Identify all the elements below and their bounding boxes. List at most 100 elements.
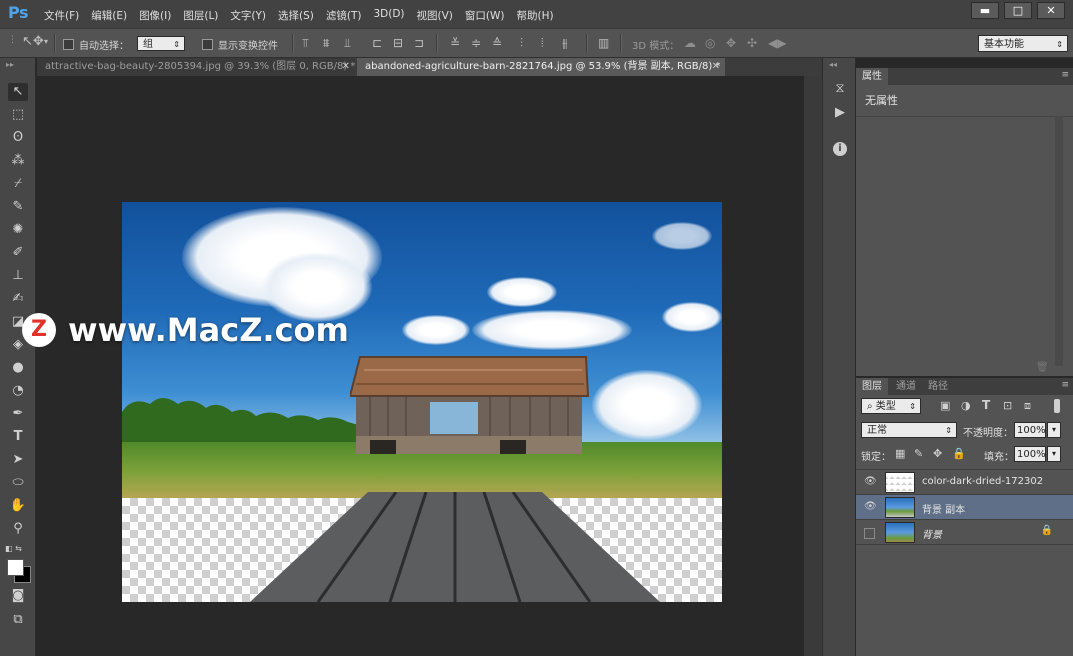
type-tool-icon[interactable]: T: [8, 428, 28, 446]
move-tool-icon[interactable]: ↖: [8, 83, 28, 101]
distribute-vcenter-icon[interactable]: ≑: [471, 36, 481, 50]
align-right-icon[interactable]: ⊐: [414, 36, 424, 50]
menu-view[interactable]: 视图(V): [417, 8, 453, 23]
filter-smart-object-icon[interactable]: ⧈: [1024, 399, 1031, 413]
layer-row[interactable]: 背景 🔒: [856, 519, 1073, 544]
distribute-hcenter-icon[interactable]: ⦙: [541, 36, 544, 51]
fill-slider-button[interactable]: ▾: [1047, 446, 1061, 462]
close-icon[interactable]: ✕: [712, 58, 720, 76]
auto-select-dropdown[interactable]: 组 ⇕: [137, 36, 185, 51]
menu-layer[interactable]: 图层(L): [183, 8, 218, 23]
align-hcenter-icon[interactable]: ⊟: [393, 36, 403, 50]
lock-all-icon[interactable]: 🔒: [952, 447, 966, 460]
menu-select[interactable]: 选择(S): [278, 8, 314, 23]
visibility-toggle[interactable]: [864, 528, 875, 539]
lock-position-icon[interactable]: ✥: [933, 447, 942, 460]
tab-document-1[interactable]: attractive-bag-beauty-2805394.jpg @ 39.3…: [37, 58, 355, 76]
document-canvas[interactable]: [122, 202, 722, 602]
zoom-tool-icon[interactable]: ⚲: [8, 520, 28, 538]
lock-transparent-icon[interactable]: ▦: [895, 447, 905, 460]
distribute-top-icon[interactable]: ≚: [450, 36, 460, 50]
tab-channels[interactable]: 通道: [890, 378, 922, 395]
move-tool-preset-icon[interactable]: ↖✥: [22, 34, 44, 49]
filter-toggle-icon[interactable]: [1054, 399, 1060, 413]
tab-properties[interactable]: 属性: [856, 68, 888, 85]
layer-name[interactable]: 背景 副本: [922, 501, 965, 516]
menu-3d[interactable]: 3D(D): [373, 8, 404, 23]
chevron-down-icon[interactable]: ▾: [44, 37, 48, 46]
menu-filter[interactable]: 滤镜(T): [326, 8, 362, 23]
brush-tool-icon[interactable]: ✐: [8, 244, 28, 262]
blend-mode-dropdown[interactable]: 正常 ⇕: [861, 422, 957, 438]
filter-shape-icon[interactable]: ⊡: [1003, 399, 1012, 412]
foreground-color-swatch[interactable]: [7, 559, 24, 576]
close-button[interactable]: ✕: [1037, 2, 1065, 19]
panel-collapse-icon[interactable]: ◂◂: [829, 60, 837, 69]
workspace-dropdown[interactable]: 基本功能 ⇕: [978, 35, 1068, 52]
menu-image[interactable]: 图像(I): [139, 8, 171, 23]
auto-select-checkbox[interactable]: [63, 37, 74, 50]
tab-layers[interactable]: 图层: [856, 378, 888, 395]
menu-help[interactable]: 帮助(H): [517, 8, 554, 23]
magic-wand-tool-icon[interactable]: ⁂: [8, 152, 28, 170]
properties-scrollbar[interactable]: [1055, 116, 1063, 366]
show-transform-checkbox[interactable]: [202, 37, 213, 50]
clone-stamp-tool-icon[interactable]: ⊥: [8, 267, 28, 285]
layer-name[interactable]: 背景: [922, 526, 942, 541]
close-icon[interactable]: ✕: [342, 58, 350, 76]
menu-file[interactable]: 文件(F): [44, 8, 79, 23]
3d-roll-icon[interactable]: ◎: [705, 36, 715, 50]
layer-row[interactable]: 👁 背景 副本: [856, 494, 1073, 519]
3d-drag-icon[interactable]: ✥: [726, 36, 736, 50]
3d-slide-icon[interactable]: ✣: [747, 36, 757, 50]
panel-menu-icon[interactable]: ≡: [1061, 380, 1069, 390]
healing-brush-tool-icon[interactable]: ✺: [8, 221, 28, 239]
visibility-eye-icon[interactable]: 👁: [864, 477, 877, 487]
default-colors-icon[interactable]: ◧ ⇆: [5, 544, 22, 553]
path-selection-tool-icon[interactable]: ➤: [8, 451, 28, 469]
menu-type[interactable]: 文字(Y): [230, 8, 266, 23]
minimize-button[interactable]: ▬: [971, 2, 999, 19]
visibility-eye-icon[interactable]: 👁: [864, 502, 877, 512]
layer-row[interactable]: 👁 color-dark-dried-172302: [856, 469, 1073, 494]
menu-window[interactable]: 窗口(W): [465, 8, 505, 23]
dodge-tool-icon[interactable]: ◔: [8, 382, 28, 400]
panel-collapse-icon[interactable]: ▸▸: [6, 60, 14, 69]
screen-mode-icon[interactable]: ⧉: [8, 611, 28, 629]
opacity-slider-button[interactable]: ▾: [1047, 422, 1061, 438]
filter-type-icon[interactable]: T: [982, 398, 990, 412]
panel-menu-icon[interactable]: ≡: [1061, 70, 1069, 80]
fill-input[interactable]: 100%: [1014, 446, 1046, 462]
quick-mask-icon[interactable]: ◙: [8, 587, 28, 605]
align-top-icon[interactable]: ⫪: [302, 36, 309, 51]
distribute-bottom-icon[interactable]: ≙: [492, 36, 502, 50]
layer-filter-dropdown[interactable]: ⌕ 类型 ⇕: [861, 398, 921, 414]
lasso-tool-icon[interactable]: ʘ: [8, 129, 28, 147]
opacity-input[interactable]: 100%: [1014, 422, 1046, 438]
align-vcenter-icon[interactable]: ⩩: [323, 36, 329, 51]
tab-document-2[interactable]: abandoned-agriculture-barn-2821764.jpg @…: [357, 58, 725, 76]
pen-tool-icon[interactable]: ✒: [8, 405, 28, 423]
distribute-left-icon[interactable]: ⫶: [520, 36, 523, 51]
align-left-icon[interactable]: ⊏: [372, 36, 382, 50]
info-panel-icon[interactable]: i: [833, 142, 847, 156]
trash-icon[interactable]: 🗑: [1036, 362, 1049, 373]
shape-tool-icon[interactable]: ⬭: [8, 474, 28, 492]
eyedropper-tool-icon[interactable]: ✎: [8, 198, 28, 216]
menu-edit[interactable]: 编辑(E): [91, 8, 127, 23]
actions-play-icon[interactable]: ▶: [831, 104, 849, 122]
maximize-button[interactable]: □: [1004, 2, 1032, 19]
lock-image-icon[interactable]: ✎: [914, 447, 923, 460]
filter-adjustment-icon[interactable]: ◑: [961, 399, 971, 412]
history-brush-tool-icon[interactable]: ✍: [8, 290, 28, 308]
blur-tool-icon[interactable]: ●: [8, 359, 28, 377]
history-panel-icon[interactable]: ⧖: [831, 80, 849, 98]
marquee-tool-icon[interactable]: ⬚: [8, 106, 28, 124]
align-bottom-icon[interactable]: ⫫: [344, 36, 351, 51]
tab-paths[interactable]: 路径: [922, 378, 954, 395]
3d-rotate-icon[interactable]: ☁: [684, 36, 696, 50]
filter-pixel-icon[interactable]: ▣: [940, 399, 950, 412]
3d-scale-icon[interactable]: ◀▶: [768, 36, 786, 50]
crop-tool-icon[interactable]: ⌿: [8, 175, 28, 193]
auto-align-icon[interactable]: ▥: [598, 36, 609, 50]
